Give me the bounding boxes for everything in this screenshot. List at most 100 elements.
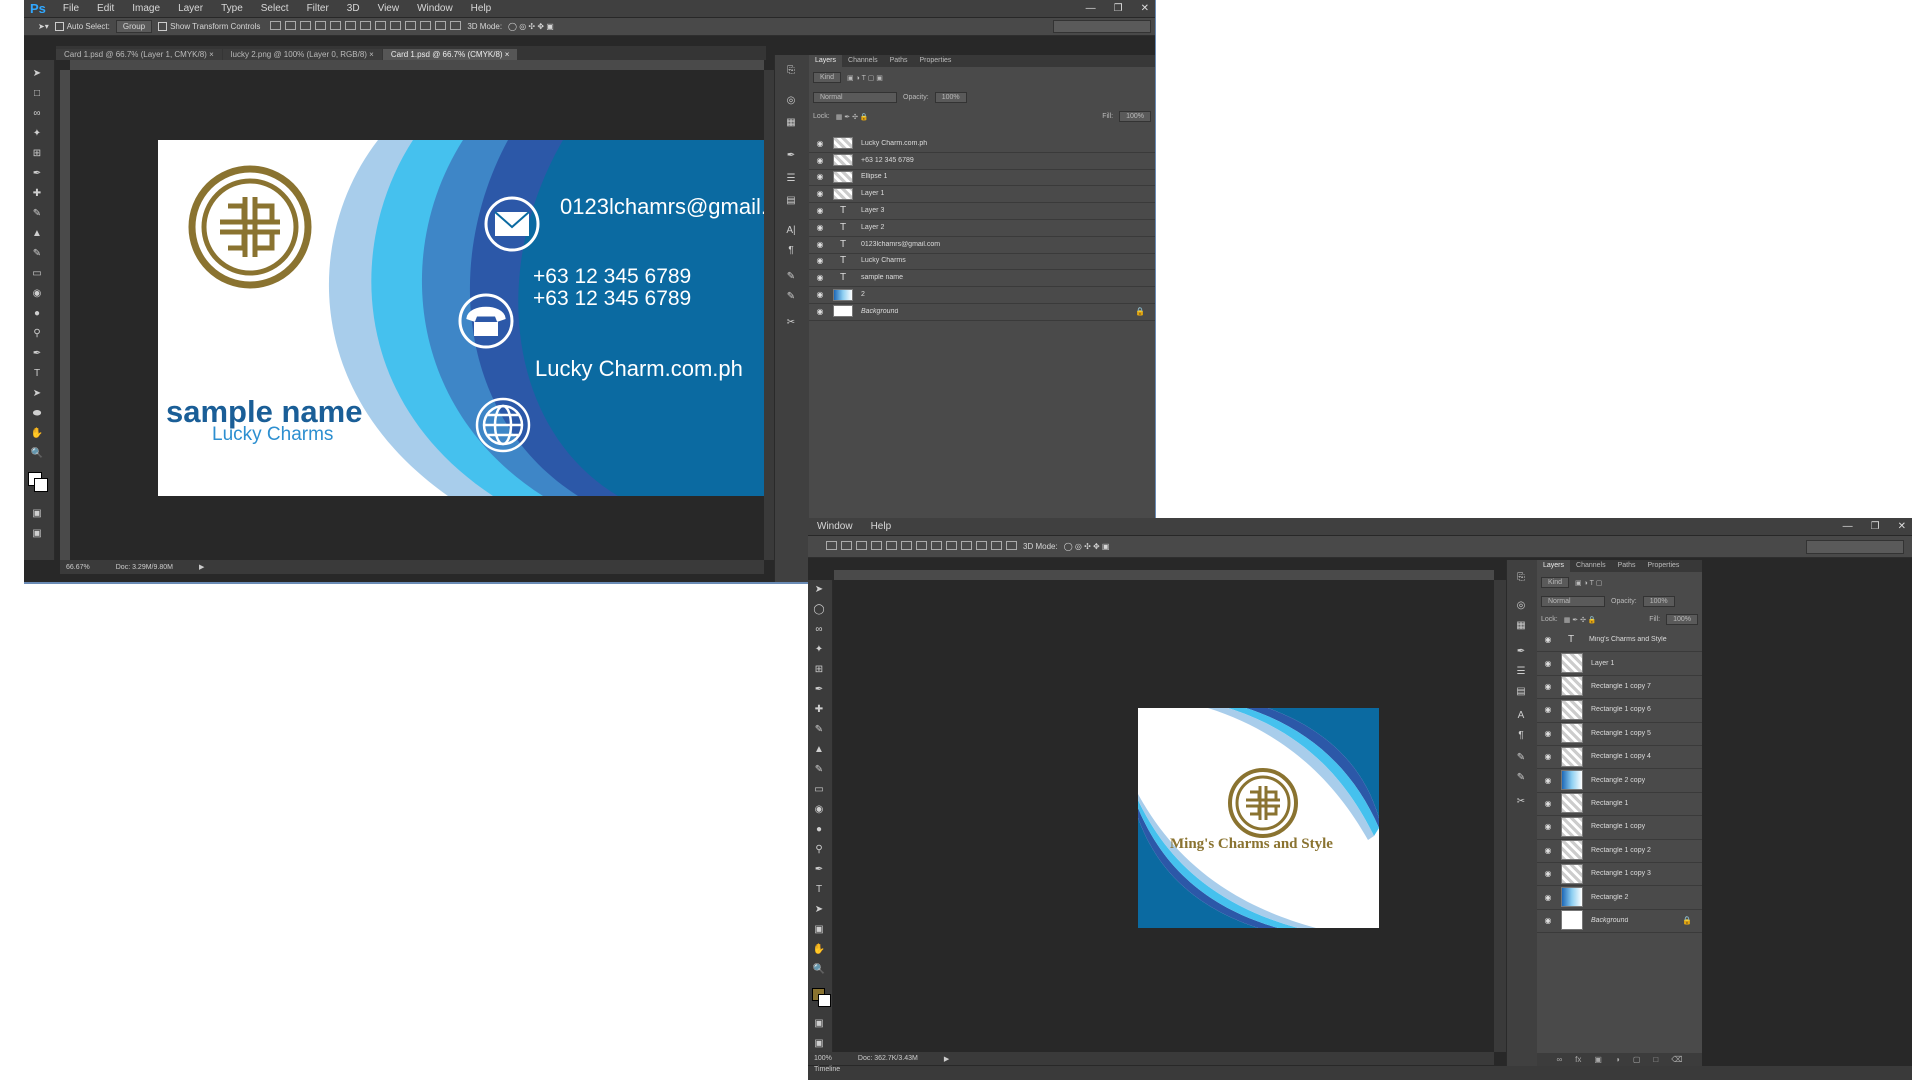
- menu-file[interactable]: File: [54, 3, 88, 14]
- move-tool-icon[interactable]: ➤▾: [38, 22, 49, 31]
- type-tool-icon[interactable]: T: [30, 368, 44, 380]
- menu-layer[interactable]: Layer: [169, 3, 212, 14]
- layer-row[interactable]: ◉ Lucky Charm.com.ph: [809, 135, 1155, 153]
- layer-row[interactable]: ◉ Layer 1: [1537, 651, 1702, 676]
- kind-filter-dropdown[interactable]: Kind: [1541, 577, 1570, 588]
- menu-view[interactable]: View: [369, 3, 409, 14]
- move-tool-icon[interactable]: ➤: [30, 68, 44, 80]
- screen-mode-icon[interactable]: ▣: [30, 528, 44, 540]
- business-card[interactable]: 0123lchamrs@gmail.com +63 12 345 6789 +6…: [158, 140, 835, 496]
- visibility-eye-icon[interactable]: ◉: [815, 206, 825, 215]
- kind-filter-dropdown[interactable]: Kind: [813, 72, 842, 83]
- tool-presets-icon[interactable]: ✂: [783, 317, 799, 329]
- layer-row[interactable]: ◉ Rectangle 1 copy 4: [1537, 745, 1702, 770]
- paragraph-icon[interactable]: ¶: [1513, 730, 1529, 742]
- tab-channels[interactable]: Channels: [1570, 560, 1612, 572]
- filter-icons[interactable]: ▣ ◑ T ▢ ▣: [847, 74, 883, 82]
- color-icon[interactable]: ◎: [783, 95, 799, 107]
- visibility-eye-icon[interactable]: ◉: [815, 307, 825, 316]
- zoom-level-2[interactable]: 100%: [814, 1055, 832, 1062]
- opacity-field[interactable]: 100%: [934, 92, 967, 103]
- healing-brush-icon[interactable]: ✚: [30, 188, 44, 200]
- lock-icons[interactable]: ▦ ✒ ✣ 🔒: [1564, 616, 1597, 624]
- styles-icon[interactable]: ▤: [1513, 686, 1529, 698]
- status-arrow-icon[interactable]: ▶: [944, 1055, 949, 1063]
- visibility-eye-icon[interactable]: ◉: [1543, 682, 1553, 691]
- tab-card1-layer1[interactable]: Card 1.psd @ 66.7% (Layer 1, CMYK/8) ×: [56, 49, 222, 60]
- visibility-eye-icon[interactable]: ◉: [1543, 822, 1553, 831]
- layer-row[interactable]: ◉ T Ming's Charms and Style: [1537, 628, 1702, 653]
- blur-tool-icon[interactable]: ●: [30, 308, 44, 320]
- menu-image[interactable]: Image: [123, 3, 169, 14]
- move-tool-icon[interactable]: ➤: [812, 584, 826, 596]
- history-icon[interactable]: ⎘: [1513, 572, 1529, 584]
- restore-icon[interactable]: ❐: [1871, 521, 1880, 532]
- layer-row[interactable]: ◉ 2: [809, 286, 1155, 304]
- brush-tool-icon[interactable]: ✎: [30, 208, 44, 220]
- group-icon[interactable]: ▢: [1633, 1055, 1641, 1064]
- layer-row[interactable]: ◉ +63 12 345 6789: [809, 152, 1155, 170]
- visibility-eye-icon[interactable]: ◉: [1543, 846, 1553, 855]
- close-icon[interactable]: ✕: [1898, 521, 1906, 532]
- character-icon[interactable]: A|: [783, 225, 799, 237]
- visibility-eye-icon[interactable]: ◉: [1543, 893, 1553, 902]
- visibility-eye-icon[interactable]: ◉: [1543, 705, 1553, 714]
- visibility-eye-icon[interactable]: ◉: [815, 172, 825, 181]
- layer-row[interactable]: ◉ Rectangle 1: [1537, 792, 1702, 817]
- eraser-tool-icon[interactable]: ▭: [30, 268, 44, 280]
- tab-layers[interactable]: Layers: [1537, 560, 1571, 572]
- path-select-icon[interactable]: ➤: [812, 904, 826, 916]
- layer-row[interactable]: ◉ T 0123lchamrs@gmail.com: [809, 236, 1155, 254]
- path-select-icon[interactable]: ➤: [30, 388, 44, 400]
- fx-icon[interactable]: fx: [1575, 1055, 1581, 1064]
- menu-window[interactable]: Window: [408, 3, 462, 14]
- menu-3d[interactable]: 3D: [338, 3, 369, 14]
- swatches-icon[interactable]: ▦: [1513, 620, 1529, 632]
- adjustment-layer-icon[interactable]: ◑: [1615, 1055, 1620, 1064]
- visibility-eye-icon[interactable]: ◉: [1543, 869, 1553, 878]
- lasso-tool-icon[interactable]: ∞: [30, 108, 44, 120]
- swatches-icon[interactable]: ▦: [783, 117, 799, 129]
- hand-tool-icon[interactable]: ✋: [30, 428, 44, 440]
- layer-row[interactable]: ◉ Layer 1: [809, 185, 1155, 204]
- layer-row[interactable]: ◉ Tsample name: [809, 269, 1155, 288]
- tab-lucky2[interactable]: lucky 2.png @ 100% (Layer 0, RGB/8) ×: [222, 49, 382, 60]
- type-tool-icon[interactable]: T: [812, 884, 826, 896]
- history-brush-icon[interactable]: ✎: [812, 764, 826, 776]
- color-icon[interactable]: ◎: [1513, 600, 1529, 612]
- lasso-tool-icon[interactable]: ∞: [812, 624, 826, 636]
- visibility-eye-icon[interactable]: ◉: [1543, 659, 1553, 668]
- brush-tool-icon[interactable]: ✎: [812, 724, 826, 736]
- timeline-label[interactable]: Timeline: [814, 1066, 840, 1073]
- blend-mode-dropdown[interactable]: Normal: [813, 92, 897, 103]
- marquee-tool-icon[interactable]: □: [30, 88, 44, 100]
- quick-select-icon[interactable]: ✦: [812, 644, 826, 656]
- history-brush-icon[interactable]: ✎: [30, 248, 44, 260]
- brush-icon[interactable]: ✎: [1513, 772, 1529, 784]
- pen-tool-icon[interactable]: ✒: [30, 348, 44, 360]
- visibility-eye-icon[interactable]: ◉: [1543, 729, 1553, 738]
- menu-help-2[interactable]: Help: [862, 521, 901, 532]
- layer-row[interactable]: ◉ Rectangle 1 copy 3: [1537, 862, 1702, 887]
- status-arrow-icon[interactable]: ▶: [199, 563, 204, 571]
- align-icons[interactable]: [266, 21, 462, 32]
- history-icon[interactable]: ⎘: [783, 65, 799, 77]
- crop-tool-icon[interactable]: ⊞: [30, 148, 44, 160]
- tool-presets-icon[interactable]: ✂: [1513, 796, 1529, 808]
- marquee-tool-icon[interactable]: ◯: [812, 604, 826, 616]
- adjustments-icon[interactable]: ☰: [783, 173, 799, 185]
- visibility-eye-icon[interactable]: ◉: [815, 156, 825, 165]
- layer-row[interactable]: ◉ Rectangle 2: [1537, 885, 1702, 910]
- show-transform-checkbox[interactable]: Show Transform Controls: [158, 22, 260, 32]
- visibility-eye-icon[interactable]: ◉: [1543, 916, 1553, 925]
- close-icon[interactable]: ✕: [1141, 3, 1149, 14]
- eraser-tool-icon[interactable]: ▭: [812, 784, 826, 796]
- dodge-tool-icon[interactable]: ⚲: [30, 328, 44, 340]
- menu-help[interactable]: Help: [462, 3, 501, 14]
- tab-channels[interactable]: Channels: [842, 55, 884, 67]
- layer-row[interactable]: ◉ Rectangle 2 copy: [1537, 768, 1702, 793]
- visibility-eye-icon[interactable]: ◉: [815, 273, 825, 282]
- zoom-tool-icon[interactable]: 🔍: [812, 964, 826, 976]
- restore-icon[interactable]: ❐: [1114, 3, 1123, 14]
- eyedropper-icon[interactable]: ✒: [812, 684, 826, 696]
